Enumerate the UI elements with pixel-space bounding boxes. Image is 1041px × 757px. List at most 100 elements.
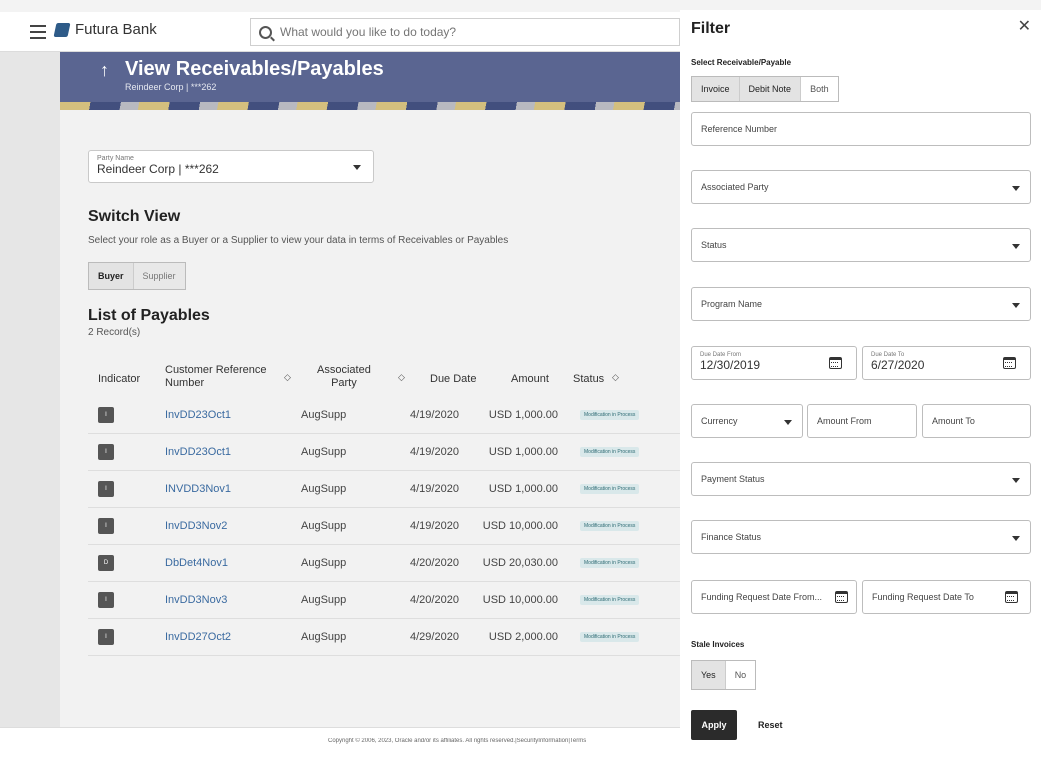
due-date-cell: 4/20/2020 bbox=[410, 557, 459, 569]
amount-to-field[interactable]: Amount To bbox=[922, 404, 1031, 438]
customer-reference-link[interactable]: InvDD27Oct2 bbox=[165, 631, 231, 643]
footer-copyright: Copyright © 2006, 2023, Oracle and/or it… bbox=[328, 738, 587, 744]
chevron-down-icon bbox=[1012, 536, 1020, 541]
role-buyer-button[interactable]: Buyer bbox=[89, 263, 134, 289]
apply-button[interactable]: Apply bbox=[691, 710, 737, 740]
menu-icon[interactable] bbox=[30, 25, 46, 39]
funding-date-from-field[interactable]: Funding Request Date From... bbox=[691, 580, 857, 614]
search-icon bbox=[259, 25, 272, 39]
sort-icon[interactable]: ◇ bbox=[398, 372, 405, 383]
table-row[interactable]: I InvDD27Oct2 AugSupp 4/29/2020 USD 2,000.00… bbox=[88, 620, 680, 656]
associated-party-cell: AugSupp bbox=[301, 483, 347, 495]
brand[interactable]: Futura Bank bbox=[53, 21, 157, 38]
amount-from-field[interactable]: Amount From bbox=[807, 404, 917, 438]
search-bar[interactable] bbox=[250, 18, 680, 46]
funding-date-from-label: Funding Request Date From... bbox=[701, 592, 823, 602]
due-date-from-field[interactable]: Due Date From 12/30/2019 bbox=[691, 346, 857, 380]
col-status[interactable]: Status bbox=[573, 373, 604, 386]
role-supplier-button[interactable]: Supplier bbox=[133, 263, 185, 289]
close-icon[interactable]: ✕ bbox=[1018, 16, 1031, 36]
funding-date-to-field[interactable]: Funding Request Date To bbox=[862, 580, 1031, 614]
party-name-select[interactable]: Party Name Reindeer Corp | ***262 bbox=[88, 150, 374, 183]
list-title: List of Payables bbox=[88, 307, 210, 324]
record-count: 2 Record(s) bbox=[88, 327, 141, 338]
reset-button[interactable]: Reset bbox=[758, 720, 783, 730]
payment-status-select[interactable]: Payment Status bbox=[691, 462, 1031, 496]
table-row[interactable]: I InvDD23Oct1 AugSupp 4/19/2020 USD 1,000.00… bbox=[88, 435, 680, 471]
amount-cell: USD 10,000.00 bbox=[482, 594, 558, 606]
currency-select[interactable]: Currency bbox=[691, 404, 803, 438]
funding-date-to-label: Funding Request Date To bbox=[872, 592, 974, 602]
page-title: View Receivables/Payables bbox=[125, 58, 384, 80]
stale-invoices-toggle: Yes No bbox=[691, 660, 757, 690]
party-name-label: Party Name bbox=[97, 155, 134, 162]
customer-reference-link[interactable]: INVDD3Nov1 bbox=[165, 483, 231, 495]
associated-party-cell: AugSupp bbox=[301, 446, 347, 458]
status-select[interactable]: Status bbox=[691, 228, 1031, 262]
brand-name: Futura Bank bbox=[75, 21, 157, 38]
indicator-badge: I bbox=[98, 629, 114, 645]
currency-label: Currency bbox=[701, 416, 738, 426]
customer-reference-link[interactable]: InvDD3Nov2 bbox=[165, 520, 227, 532]
reference-number-field[interactable]: Reference Number bbox=[691, 112, 1031, 146]
due-date-from-value: 12/30/2019 bbox=[700, 358, 761, 372]
back-arrow-icon[interactable]: ↑ bbox=[100, 60, 109, 81]
footer: Copyright © 2006, 2023, Oracle and/or it… bbox=[0, 727, 680, 757]
type-invoice-button[interactable]: Invoice bbox=[692, 77, 740, 101]
type-both-button[interactable]: Both bbox=[801, 77, 838, 101]
table-row[interactable]: I InvDD3Nov3 AugSupp 4/20/2020 USD 10,000.00… bbox=[88, 583, 680, 619]
top-bar: Futura Bank bbox=[0, 12, 680, 52]
calendar-icon[interactable] bbox=[829, 357, 842, 369]
amount-cell: USD 10,000.00 bbox=[482, 520, 558, 532]
indicator-badge: I bbox=[98, 481, 114, 497]
table-row[interactable]: I INVDD3Nov1 AugSupp 4/19/2020 USD 1,000.00 M… bbox=[88, 472, 680, 508]
indicator-badge: I bbox=[98, 407, 114, 423]
col-customer-reference[interactable]: Customer Reference Number bbox=[165, 364, 267, 390]
stale-yes-button[interactable]: Yes bbox=[692, 661, 726, 689]
status-badge: Modification in Process bbox=[580, 521, 640, 531]
amount-cell: USD 1,000.00 bbox=[488, 409, 558, 421]
customer-reference-link[interactable]: InvDD23Oct1 bbox=[165, 446, 231, 458]
table-header: Indicator Customer Reference Number ◇ As… bbox=[88, 362, 680, 398]
switch-view-title: Switch View bbox=[88, 208, 181, 225]
col-indicator: Indicator bbox=[98, 373, 141, 385]
table-row[interactable]: D DbDet4Nov1 AugSupp 4/20/2020 USD 20,030.00… bbox=[88, 546, 680, 582]
table-row[interactable]: I InvDD23Oct1 AugSupp 4/19/2020 USD 1,000.00… bbox=[88, 398, 680, 434]
col-associated-party[interactable]: Associated Party bbox=[317, 364, 371, 390]
due-date-cell: 4/20/2020 bbox=[410, 594, 459, 606]
status-badge: Modification in Process bbox=[580, 558, 640, 568]
chevron-down-icon bbox=[1012, 478, 1020, 483]
col-amount[interactable]: Amount bbox=[511, 373, 549, 386]
customer-reference-link[interactable]: DbDet4Nov1 bbox=[165, 557, 228, 569]
sort-icon[interactable]: ◇ bbox=[284, 372, 291, 383]
program-name-label: Program Name bbox=[701, 299, 763, 309]
col-due-date[interactable]: Due Date bbox=[430, 373, 476, 386]
indicator-badge: I bbox=[98, 444, 114, 460]
calendar-icon[interactable] bbox=[1005, 591, 1018, 603]
stale-no-button[interactable]: No bbox=[726, 661, 756, 689]
calendar-icon[interactable] bbox=[835, 591, 848, 603]
sort-icon[interactable]: ◇ bbox=[612, 372, 619, 383]
status-badge: Modification in Process bbox=[580, 447, 640, 457]
app-root: Futura Bank ↑ View Receivables/Payables … bbox=[0, 0, 1041, 757]
col-associated-party-line2: Party bbox=[331, 377, 357, 389]
finance-status-select[interactable]: Finance Status bbox=[691, 520, 1031, 554]
filter-panel: Filter ✕ Select Receivable/Payable Invoi… bbox=[680, 10, 1041, 757]
program-name-select[interactable]: Program Name bbox=[691, 287, 1031, 321]
calendar-icon[interactable] bbox=[1003, 357, 1016, 369]
associated-party-select[interactable]: Associated Party bbox=[691, 170, 1031, 204]
search-input[interactable] bbox=[280, 25, 660, 39]
associated-party-cell: AugSupp bbox=[301, 557, 347, 569]
status-badge: Modification in Process bbox=[580, 632, 640, 642]
chevron-down-icon bbox=[353, 165, 361, 170]
banner-decoration bbox=[60, 102, 680, 110]
status-badge: Modification in Process bbox=[580, 410, 640, 420]
customer-reference-link[interactable]: InvDD3Nov3 bbox=[165, 594, 227, 606]
customer-reference-link[interactable]: InvDD23Oct1 bbox=[165, 409, 231, 421]
table-row[interactable]: I InvDD3Nov2 AugSupp 4/19/2020 USD 10,000.00… bbox=[88, 509, 680, 545]
type-debit-note-button[interactable]: Debit Note bbox=[739, 77, 802, 101]
switch-view-description: Select your role as a Buyer or a Supplie… bbox=[88, 235, 509, 246]
due-date-cell: 4/19/2020 bbox=[410, 409, 459, 421]
due-date-to-field[interactable]: Due Date To 6/27/2020 bbox=[862, 346, 1031, 380]
associated-party-cell: AugSupp bbox=[301, 520, 347, 532]
